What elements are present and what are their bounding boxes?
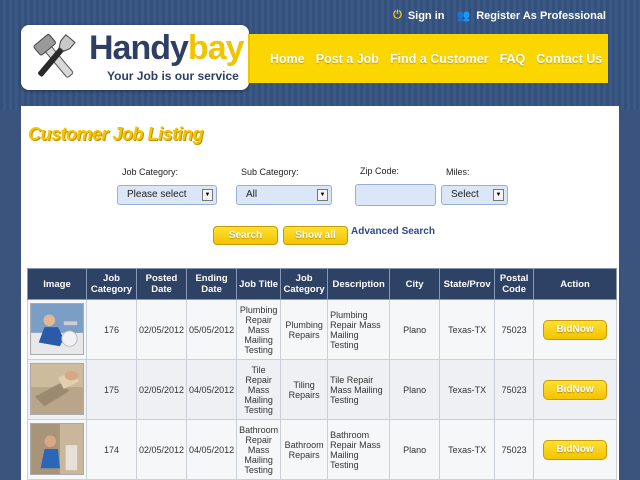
logo-tagline: Your Job is our service: [107, 69, 239, 83]
col-header-city: City: [389, 268, 441, 300]
main-content: Customer Job Listing Job Category: Pleas…: [21, 106, 619, 480]
bid-now-button[interactable]: BidNow: [543, 439, 608, 460]
col-header-state: State/Prov: [439, 268, 496, 300]
chevron-down-icon: ▼: [317, 189, 328, 201]
power-icon: ⏻: [393, 9, 402, 21]
logo[interactable]: Handybay Your Job is our service: [21, 25, 249, 90]
col-header-postal-code: Postal Code: [494, 268, 535, 300]
nav-home[interactable]: Home: [270, 52, 305, 66]
col-header-posted-date: Posted Date: [135, 268, 188, 300]
bid-now-button[interactable]: BidNow: [543, 379, 608, 400]
table-row: 175 02/05/2012 04/05/2012 Tile Repair Ma…: [27, 359, 617, 420]
job-image-tiling[interactable]: [30, 362, 84, 415]
nav-post-a-job[interactable]: Post a Job: [316, 52, 379, 66]
chevron-down-icon: ▼: [493, 189, 504, 201]
advanced-search-link[interactable]: Advanced Search: [351, 226, 435, 237]
col-header-image: Image: [27, 268, 87, 300]
col-header-description: Description: [327, 268, 391, 300]
users-icon: 👥: [456, 10, 471, 22]
logo-wordmark: Handybay: [89, 29, 245, 67]
col-header-job-category: Job Category: [280, 268, 329, 300]
sign-in-link[interactable]: Sign in: [408, 10, 445, 22]
col-header-job-category-id: Job Category: [86, 268, 137, 300]
main-nav: Home Post a Job Find a Customer FAQ Cont…: [248, 34, 608, 83]
zip-code-input[interactable]: [355, 184, 436, 206]
job-listing-table: Image Job Category Posted Date Ending Da…: [27, 268, 617, 480]
nav-faq[interactable]: FAQ: [500, 52, 526, 66]
zip-code-label: Zip Code:: [360, 166, 400, 176]
table-row: 174 02/05/2012 04/05/2012 Bathroom Repai…: [27, 419, 617, 480]
bid-now-button[interactable]: BidNow: [543, 319, 608, 340]
top-links: ⏻ Sign in 👥 Register As Professional: [393, 9, 606, 22]
job-category-select[interactable]: Please select ▼: [117, 185, 217, 205]
col-header-job-title: Job Title: [236, 268, 282, 300]
register-link[interactable]: Register As Professional: [476, 10, 606, 22]
search-button[interactable]: Search: [213, 226, 278, 245]
nav-find-a-customer[interactable]: Find a Customer: [390, 52, 489, 66]
page-title: Customer Job Listing: [28, 124, 204, 144]
sub-category-label: Sub Category:: [241, 167, 299, 177]
miles-label: Miles:: [446, 167, 470, 177]
miles-select[interactable]: Select ▼: [441, 185, 508, 205]
sub-category-select[interactable]: All ▼: [236, 185, 332, 205]
show-all-button[interactable]: Show all: [283, 226, 348, 245]
job-image-plumbing[interactable]: [30, 302, 84, 355]
nav-contact-us[interactable]: Contact Us: [536, 52, 602, 66]
col-header-ending-date: Ending Date: [186, 268, 238, 300]
chevron-down-icon: ▼: [202, 189, 213, 201]
job-image-bathroom[interactable]: [30, 422, 84, 475]
job-category-label: Job Category:: [122, 167, 179, 177]
table-row: 176 02/05/2012 05/05/2012 Plumbing Repai…: [27, 299, 617, 360]
col-header-action: Action: [533, 268, 617, 300]
tools-icon: [33, 34, 76, 78]
